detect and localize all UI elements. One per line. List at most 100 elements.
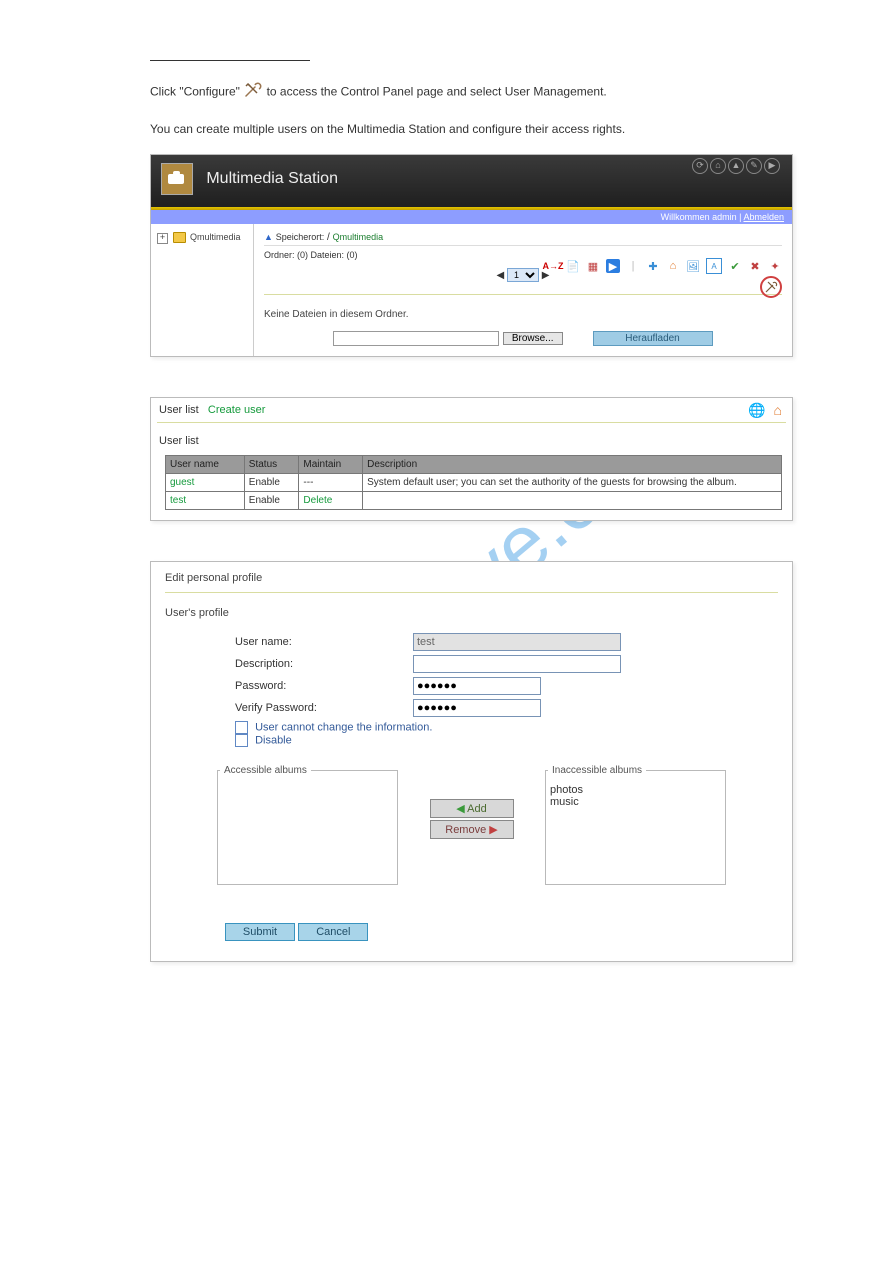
accessible-legend: Accessible albums (220, 765, 311, 776)
checkbox-icon[interactable] (235, 734, 248, 747)
col-status: Status (244, 456, 299, 474)
label-verify: Verify Password: (235, 702, 405, 714)
refresh-icon[interactable]: ⟳ (692, 158, 708, 174)
pager-select[interactable]: 1 (507, 268, 539, 282)
toolbar-icons: A→Z 📄 ▦ ▶ | ✚ ⌂ 🖼 A ✔ ✖ ✦ (546, 258, 782, 274)
add-icon[interactable]: ✚ (646, 259, 660, 273)
up-icon[interactable]: ▲ (728, 158, 744, 174)
next-icon[interactable]: ▶ (764, 158, 780, 174)
check-disable[interactable]: Disable (235, 734, 778, 747)
users-profile-heading: User's profile (165, 607, 778, 619)
sort-az-icon[interactable]: A→Z (546, 259, 560, 273)
delete-icon[interactable]: ✖ (748, 259, 762, 273)
folder-icon (173, 232, 186, 243)
breadcrumb: ▲ Speicherort: / Qmultimedia (264, 230, 782, 246)
welcome-label: Willkommen (661, 212, 713, 222)
table-row: guest Enable --- System default user; yo… (166, 474, 782, 492)
home-small-icon[interactable]: ⌂ (666, 259, 680, 273)
list-item[interactable]: music (550, 796, 721, 808)
cell-description (363, 492, 782, 510)
password-input[interactable] (413, 677, 541, 695)
app-title: Multimedia Station (206, 170, 338, 187)
cell-user-link[interactable]: test (166, 492, 245, 510)
edit-profile-title: Edit personal profile (165, 572, 778, 584)
thin-rule-3 (165, 592, 778, 593)
tab-user-list[interactable]: User list (159, 404, 199, 416)
accessible-list[interactable] (220, 782, 395, 882)
image-icon[interactable]: 🖼 (686, 259, 700, 273)
window-buttons: ⟳ ⌂ ▲ ✎ ▶ (692, 158, 780, 174)
accessible-albums: Accessible albums (217, 765, 398, 885)
label-username: User name: (235, 636, 405, 648)
screenshot-multimedia-station: Multimedia Station ⟳ ⌂ ▲ ✎ ▶ Willkommen … (150, 154, 793, 357)
folder-tree: + Qmultimedia (151, 224, 254, 356)
welcome-user: admin (712, 212, 737, 222)
col-maintain: Maintain (299, 456, 363, 474)
pager-prev-icon[interactable]: ◀ (497, 270, 505, 281)
cell-user-link[interactable]: guest (166, 474, 245, 492)
user-table: User name Status Maintain Description gu… (165, 455, 782, 510)
list-item[interactable]: photos (550, 784, 721, 796)
globe-icon[interactable]: 🌐 (748, 402, 765, 419)
label-password: Password: (235, 680, 405, 692)
intro-text-1a: Click "Configure" (150, 85, 243, 99)
screenshot-user-list: User list Create user 🌐 ⌂ User list User… (150, 397, 793, 521)
tree-root-label[interactable]: Qmultimedia (190, 232, 241, 242)
col-username: User name (166, 456, 245, 474)
breadcrumb-label: Speicherort: (276, 232, 325, 242)
separator: | (626, 259, 640, 273)
check-cannot-change[interactable]: User cannot change the information. (235, 721, 778, 734)
screenshot-edit-profile: Edit personal profile User's profile Use… (150, 561, 793, 962)
remove-button[interactable]: Remove ▶ (430, 820, 514, 839)
upload-button[interactable]: Heraufladen (593, 331, 713, 346)
intro-para-2: You can create multiple users on the Mul… (150, 120, 793, 138)
arrow-left-icon: ◀ (456, 803, 464, 815)
col-description: Description (363, 456, 782, 474)
username-input (413, 633, 621, 651)
intro-text-1b: to access the Control Panel page and sel… (267, 85, 607, 99)
file-path-input[interactable] (333, 331, 499, 346)
table-row: test Enable Delete (166, 492, 782, 510)
upload-row: Browse... Heraufladen (264, 330, 782, 346)
arrow-right-icon: ▶ (489, 824, 497, 836)
cell-maintain: --- (299, 474, 363, 492)
check-icon[interactable]: ✔ (728, 259, 742, 273)
grid-icon[interactable]: ▦ (586, 259, 600, 273)
cell-delete-link[interactable]: Delete (299, 492, 363, 510)
table-header-row: User name Status Maintain Description (166, 456, 782, 474)
tools-icon (243, 81, 263, 104)
text-icon[interactable]: A (706, 258, 722, 274)
browse-button[interactable]: Browse... (503, 332, 563, 345)
home-orange-icon[interactable]: ⌂ (774, 402, 782, 419)
breadcrumb-path[interactable]: Qmultimedia (333, 232, 384, 242)
description-input[interactable] (413, 655, 621, 673)
thin-rule (264, 294, 782, 295)
add-button[interactable]: ◀ Add (430, 799, 514, 818)
submit-button[interactable]: Submit (225, 923, 295, 941)
play-icon[interactable]: ▶ (606, 259, 620, 273)
cell-status: Enable (244, 492, 299, 510)
home-icon[interactable]: ⌂ (710, 158, 726, 174)
label-description: Description: (235, 658, 405, 670)
checkbox-icon[interactable] (235, 721, 248, 734)
tab-create-user[interactable]: Create user (208, 404, 265, 416)
camera-icon (161, 163, 193, 195)
up-arrow-icon[interactable]: ▲ (264, 232, 273, 242)
inaccessible-legend: Inaccessible albums (548, 765, 646, 776)
cell-description: System default user; you can set the aut… (363, 474, 782, 492)
config-highlight[interactable] (760, 276, 782, 298)
userlist-tabs: User list Create user 🌐 ⌂ (151, 398, 792, 422)
inaccessible-albums: Inaccessible albums photos music (545, 765, 726, 885)
tree-expand-icon[interactable]: + (157, 233, 168, 244)
verify-password-input[interactable] (413, 699, 541, 717)
ms-titlebar: Multimedia Station ⟳ ⌂ ▲ ✎ ▶ (151, 155, 792, 207)
section-rule (150, 60, 310, 61)
intro-para-1: Click "Configure" to access the Control … (150, 81, 793, 104)
star-icon[interactable]: ✦ (768, 259, 782, 273)
settings-icon[interactable]: ✎ (746, 158, 762, 174)
logout-link[interactable]: Abmelden (743, 212, 784, 222)
inaccessible-list[interactable]: photos music (548, 782, 723, 882)
doc-arrow-icon[interactable]: 📄 (566, 259, 580, 273)
userlist-heading: User list (151, 423, 792, 453)
cancel-button[interactable]: Cancel (298, 923, 368, 941)
